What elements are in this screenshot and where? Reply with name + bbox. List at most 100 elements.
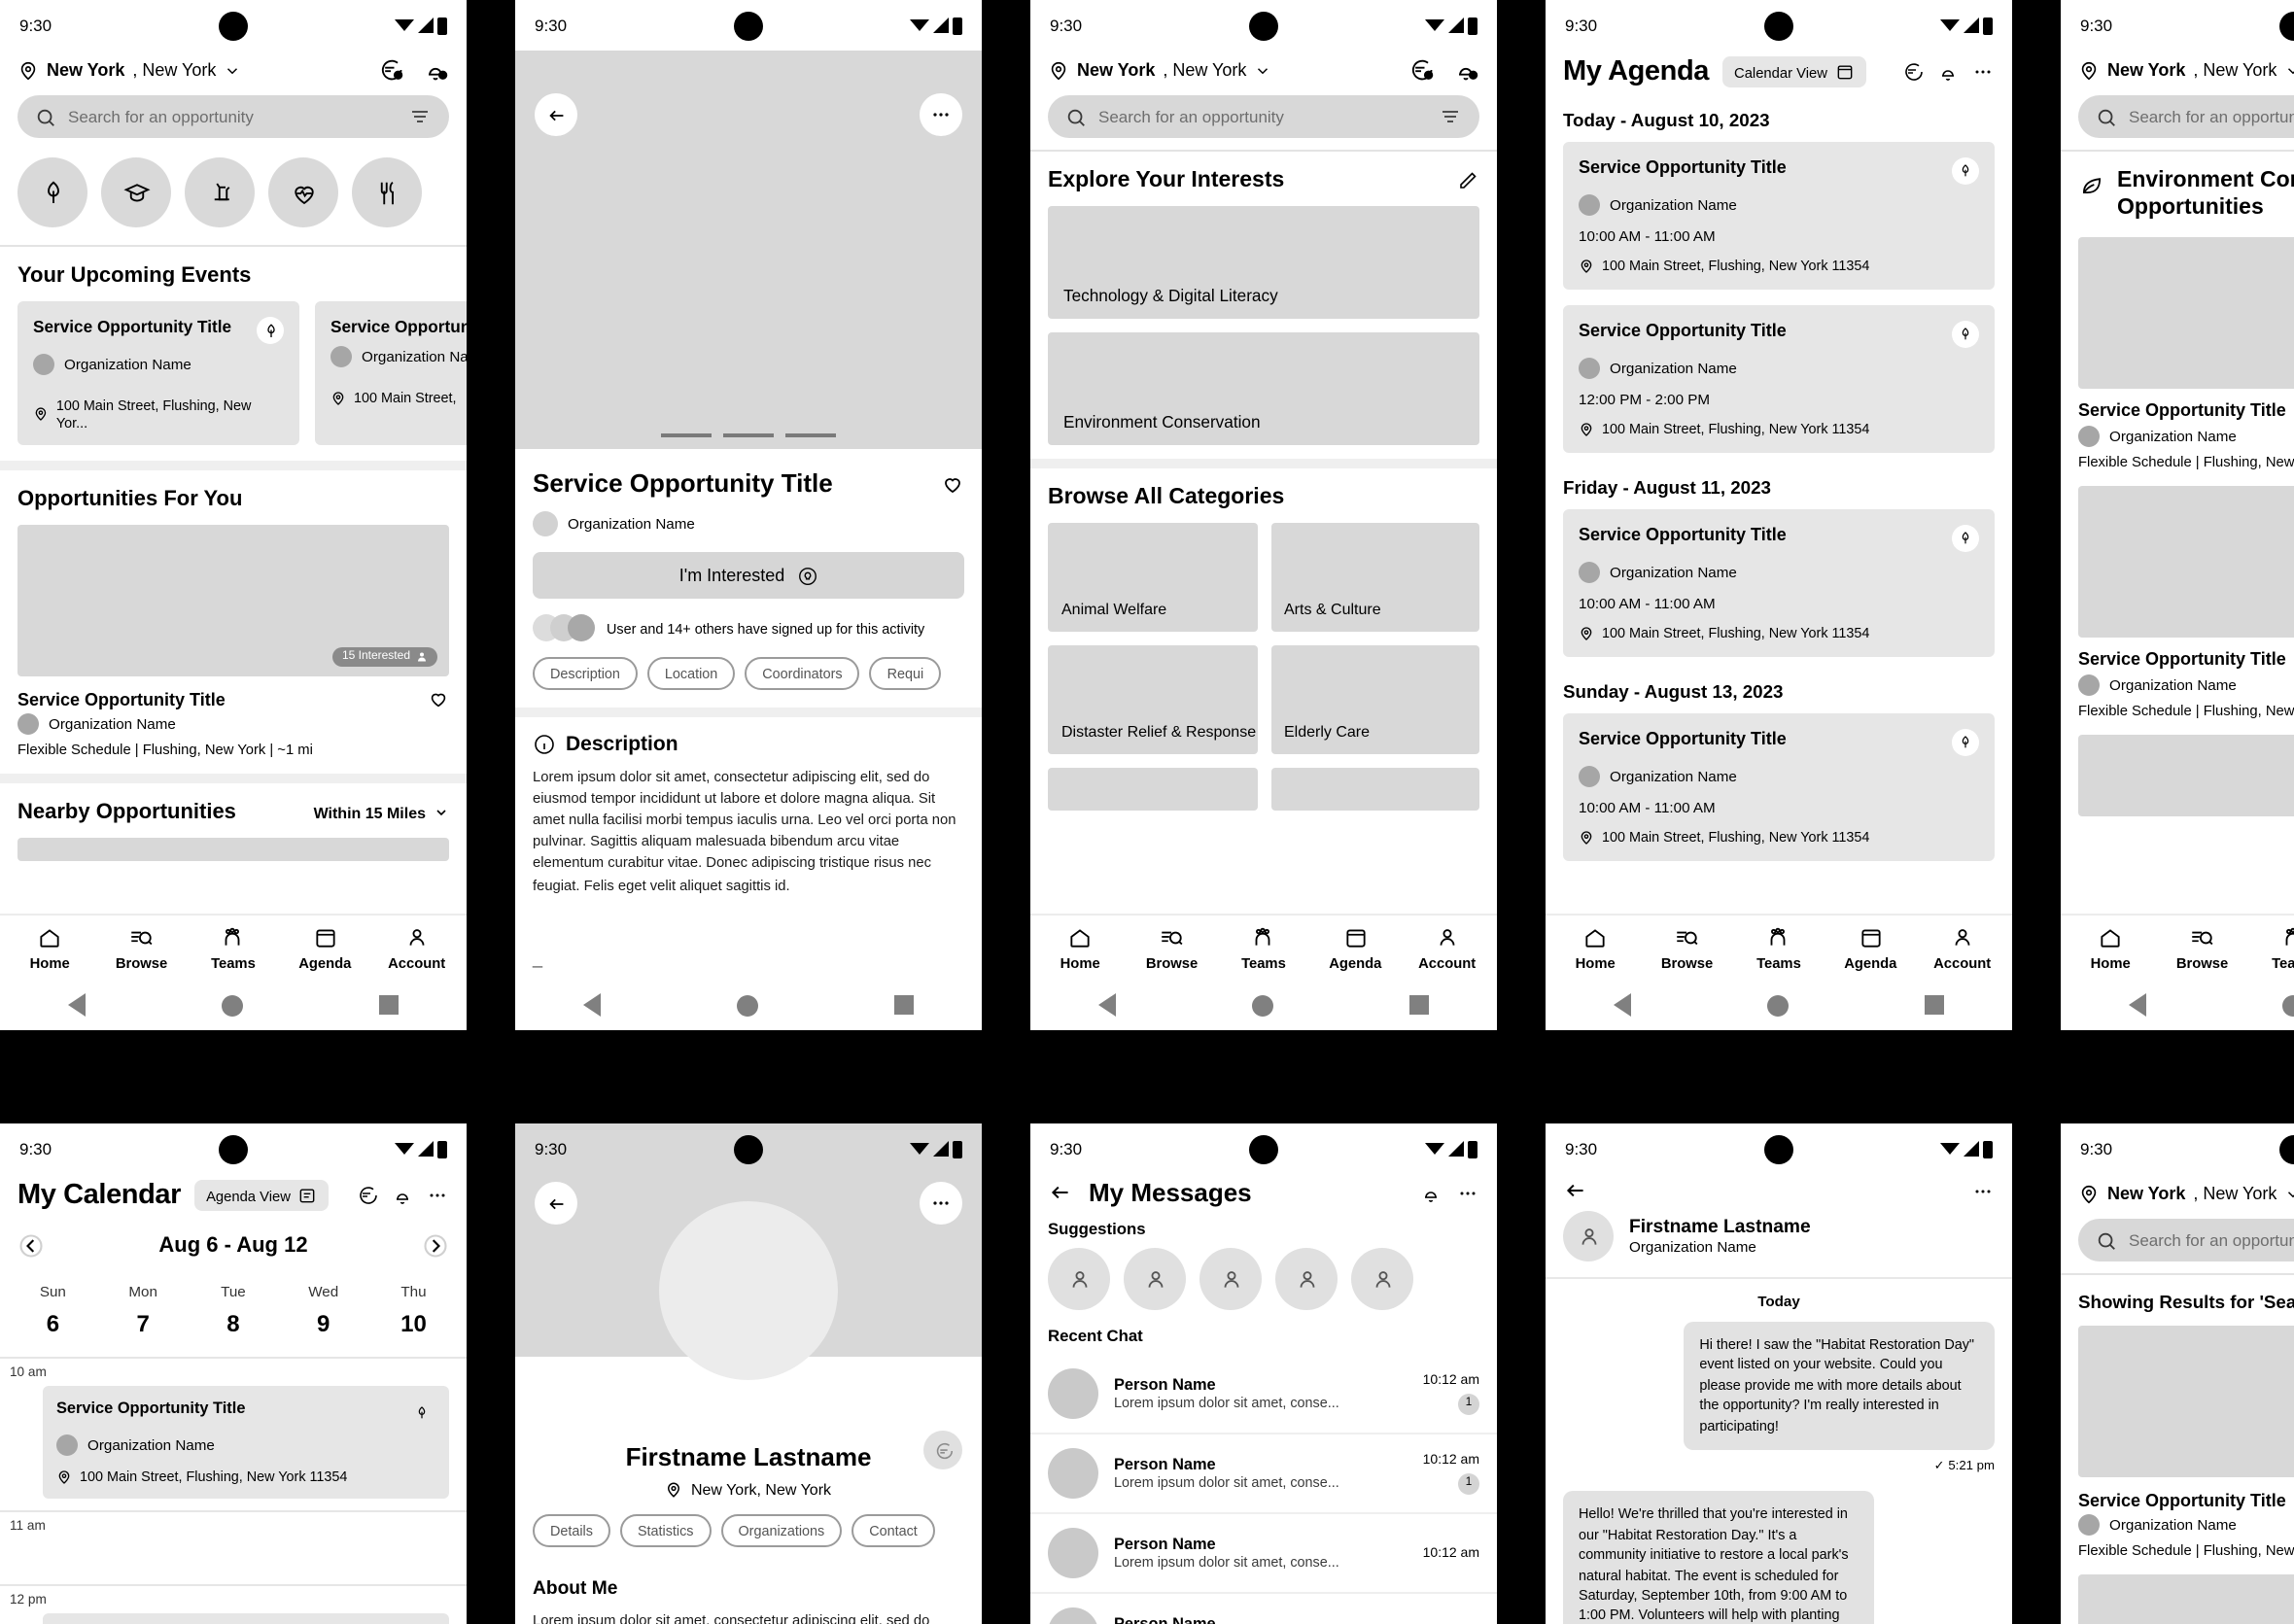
search-bar[interactable]: Search for an opportunity bbox=[2078, 1219, 2294, 1261]
agenda-event-card[interactable]: Service Opportunity Title Organization N… bbox=[1563, 305, 1995, 453]
nav-account[interactable]: Account bbox=[1920, 925, 2005, 972]
more-options-button[interactable] bbox=[920, 93, 962, 136]
interest-banner[interactable]: Technology & Digital Literacy bbox=[1048, 206, 1479, 319]
tab-requirements[interactable]: Requi bbox=[869, 657, 942, 690]
nav-browse[interactable]: Browse bbox=[1130, 925, 1215, 972]
result-card[interactable]: 15 Interested Service Opportunity Title … bbox=[2061, 1326, 2294, 1559]
search-bar[interactable]: Search for an opportunity bbox=[2078, 95, 2294, 138]
system-recents-icon[interactable] bbox=[379, 995, 399, 1015]
system-home-icon[interactable] bbox=[222, 994, 243, 1016]
search-bar[interactable]: Search for an opportunity bbox=[17, 95, 449, 138]
tab-details[interactable]: Details bbox=[533, 1514, 610, 1547]
location-selector[interactable]: New York , New York bbox=[1048, 59, 1271, 81]
calendar-view-toggle[interactable]: Calendar View bbox=[1722, 56, 1866, 87]
nav-home[interactable]: Home bbox=[1552, 925, 1638, 972]
favorite-heart-icon[interactable] bbox=[941, 471, 964, 495]
nav-account[interactable]: Account bbox=[374, 925, 460, 972]
tab-location[interactable]: Location bbox=[646, 657, 736, 690]
system-home-icon[interactable] bbox=[1767, 994, 1789, 1016]
agenda-event-card[interactable]: Service Opportunity Title Organization N… bbox=[1563, 142, 1995, 290]
day-mon[interactable]: Mon 7 bbox=[106, 1271, 180, 1341]
category-cell[interactable]: Distaster Relief & Response bbox=[1048, 645, 1257, 754]
category-animals[interactable] bbox=[185, 157, 255, 227]
opportunity-card[interactable]: 15 Interested Service Opportunity Title … bbox=[0, 525, 467, 758]
suggestion-avatar[interactable] bbox=[1351, 1248, 1413, 1310]
tab-statistics[interactable]: Statistics bbox=[619, 1514, 712, 1547]
more-horizontal-icon[interactable] bbox=[426, 1184, 449, 1207]
chat-list-item[interactable]: Person NameLorem ipsum dolor sit amet, c… bbox=[1030, 1355, 1497, 1434]
tab-contact[interactable]: Contact bbox=[852, 1514, 935, 1547]
nav-teams[interactable]: Teams bbox=[1221, 925, 1306, 972]
category-cell[interactable]: Animal Welfare bbox=[1048, 523, 1257, 632]
day-sun[interactable]: Sun 6 bbox=[16, 1271, 89, 1341]
system-recents-icon[interactable] bbox=[894, 995, 914, 1015]
tab-description[interactable]: Description bbox=[533, 657, 638, 690]
back-button[interactable] bbox=[535, 93, 577, 136]
suggestion-avatar[interactable] bbox=[1199, 1248, 1262, 1310]
back-button[interactable] bbox=[535, 1182, 577, 1225]
calendar-event[interactable]: Service Opportunity Title Organization N… bbox=[43, 1613, 449, 1624]
nav-browse[interactable]: Browse bbox=[2160, 925, 2245, 972]
location-selector[interactable]: New York , New York bbox=[17, 59, 241, 81]
opportunity-card[interactable]: 15 Interested Service Opportunity Title … bbox=[2061, 485, 2294, 719]
nearby-card[interactable] bbox=[0, 838, 467, 861]
upcoming-card[interactable]: Service Opportunity Title Organization N… bbox=[17, 301, 299, 445]
day-wed[interactable]: Wed 9 bbox=[287, 1271, 361, 1341]
more-options-button[interactable] bbox=[920, 1182, 962, 1225]
next-week-button[interactable] bbox=[422, 1232, 449, 1260]
nav-browse[interactable]: Browse bbox=[1645, 925, 1730, 972]
nav-teams[interactable]: Teams bbox=[2251, 925, 2294, 972]
edit-pencil-icon[interactable] bbox=[1456, 169, 1479, 192]
system-back-icon[interactable] bbox=[583, 993, 601, 1017]
chat-list-item[interactable]: Person NameLorem ipsum dolor sit amet, c… bbox=[1030, 1594, 1497, 1624]
system-back-icon[interactable] bbox=[68, 993, 86, 1017]
nav-browse[interactable]: Browse bbox=[99, 925, 185, 972]
day-thu[interactable]: Thu 10 bbox=[377, 1271, 451, 1341]
nav-agenda[interactable]: Agenda bbox=[1312, 925, 1398, 972]
search-input[interactable]: Search for an opportunity bbox=[2129, 1230, 2294, 1250]
chat-button[interactable] bbox=[923, 1431, 962, 1469]
system-home-icon[interactable] bbox=[2282, 994, 2294, 1016]
distance-filter[interactable]: Within 15 Miles bbox=[314, 804, 449, 821]
suggestion-avatar[interactable] bbox=[1275, 1248, 1338, 1310]
filter-icon[interactable] bbox=[1439, 105, 1462, 128]
messages-icon[interactable] bbox=[1901, 60, 1925, 84]
system-recents-icon[interactable] bbox=[1925, 995, 1944, 1015]
agenda-event-card[interactable]: Service Opportunity Title Organization N… bbox=[1563, 713, 1995, 861]
category-cell[interactable] bbox=[1048, 768, 1257, 811]
category-health[interactable] bbox=[268, 157, 338, 227]
notifications-bell-icon[interactable] bbox=[391, 1184, 414, 1207]
nav-account[interactable]: Account bbox=[1405, 925, 1490, 972]
opportunity-card[interactable]: 15 Interested Service Opportunity Title … bbox=[2061, 236, 2294, 470]
system-back-icon[interactable] bbox=[1614, 993, 1631, 1017]
notifications-bell-icon[interactable] bbox=[1936, 60, 1960, 84]
category-cell[interactable]: Arts & Culture bbox=[1270, 523, 1479, 632]
agenda-view-toggle[interactable]: Agenda View bbox=[194, 1180, 330, 1211]
search-input[interactable]: Search for an opportunity bbox=[1098, 107, 1427, 126]
back-arrow-icon[interactable] bbox=[1048, 1180, 1073, 1205]
messages-icon[interactable] bbox=[1408, 56, 1435, 84]
category-cell[interactable] bbox=[1270, 768, 1479, 811]
prev-week-button[interactable] bbox=[17, 1232, 45, 1260]
carousel-indicators[interactable] bbox=[515, 433, 982, 437]
nav-agenda[interactable]: Agenda bbox=[1827, 925, 1913, 972]
system-recents-icon[interactable] bbox=[1409, 995, 1429, 1015]
nav-teams[interactable]: Teams bbox=[191, 925, 276, 972]
suggestion-avatar[interactable] bbox=[1124, 1248, 1186, 1310]
search-input[interactable]: Search for an opportunity bbox=[2129, 107, 2294, 126]
notifications-bell-icon[interactable] bbox=[422, 56, 449, 84]
notifications-bell-icon[interactable] bbox=[1419, 1181, 1442, 1204]
tab-organizations[interactable]: Organizations bbox=[720, 1514, 843, 1547]
upcoming-card[interactable]: Service Opportunity Title Organization N… bbox=[315, 301, 467, 445]
messages-icon[interactable] bbox=[356, 1184, 379, 1207]
nav-home[interactable]: Home bbox=[2068, 925, 2153, 972]
messages-icon[interactable] bbox=[377, 56, 404, 84]
suggestion-avatar[interactable] bbox=[1048, 1248, 1110, 1310]
nav-home[interactable]: Home bbox=[1037, 925, 1123, 972]
category-education[interactable] bbox=[101, 157, 171, 227]
calendar-event[interactable]: Service Opportunity Title Organization N… bbox=[43, 1386, 449, 1499]
filter-icon[interactable] bbox=[408, 105, 432, 128]
chat-list-item[interactable]: Person NameLorem ipsum dolor sit amet, c… bbox=[1030, 1514, 1497, 1594]
tab-coordinators[interactable]: Coordinators bbox=[745, 657, 860, 690]
favorite-heart-icon[interactable] bbox=[428, 688, 449, 709]
